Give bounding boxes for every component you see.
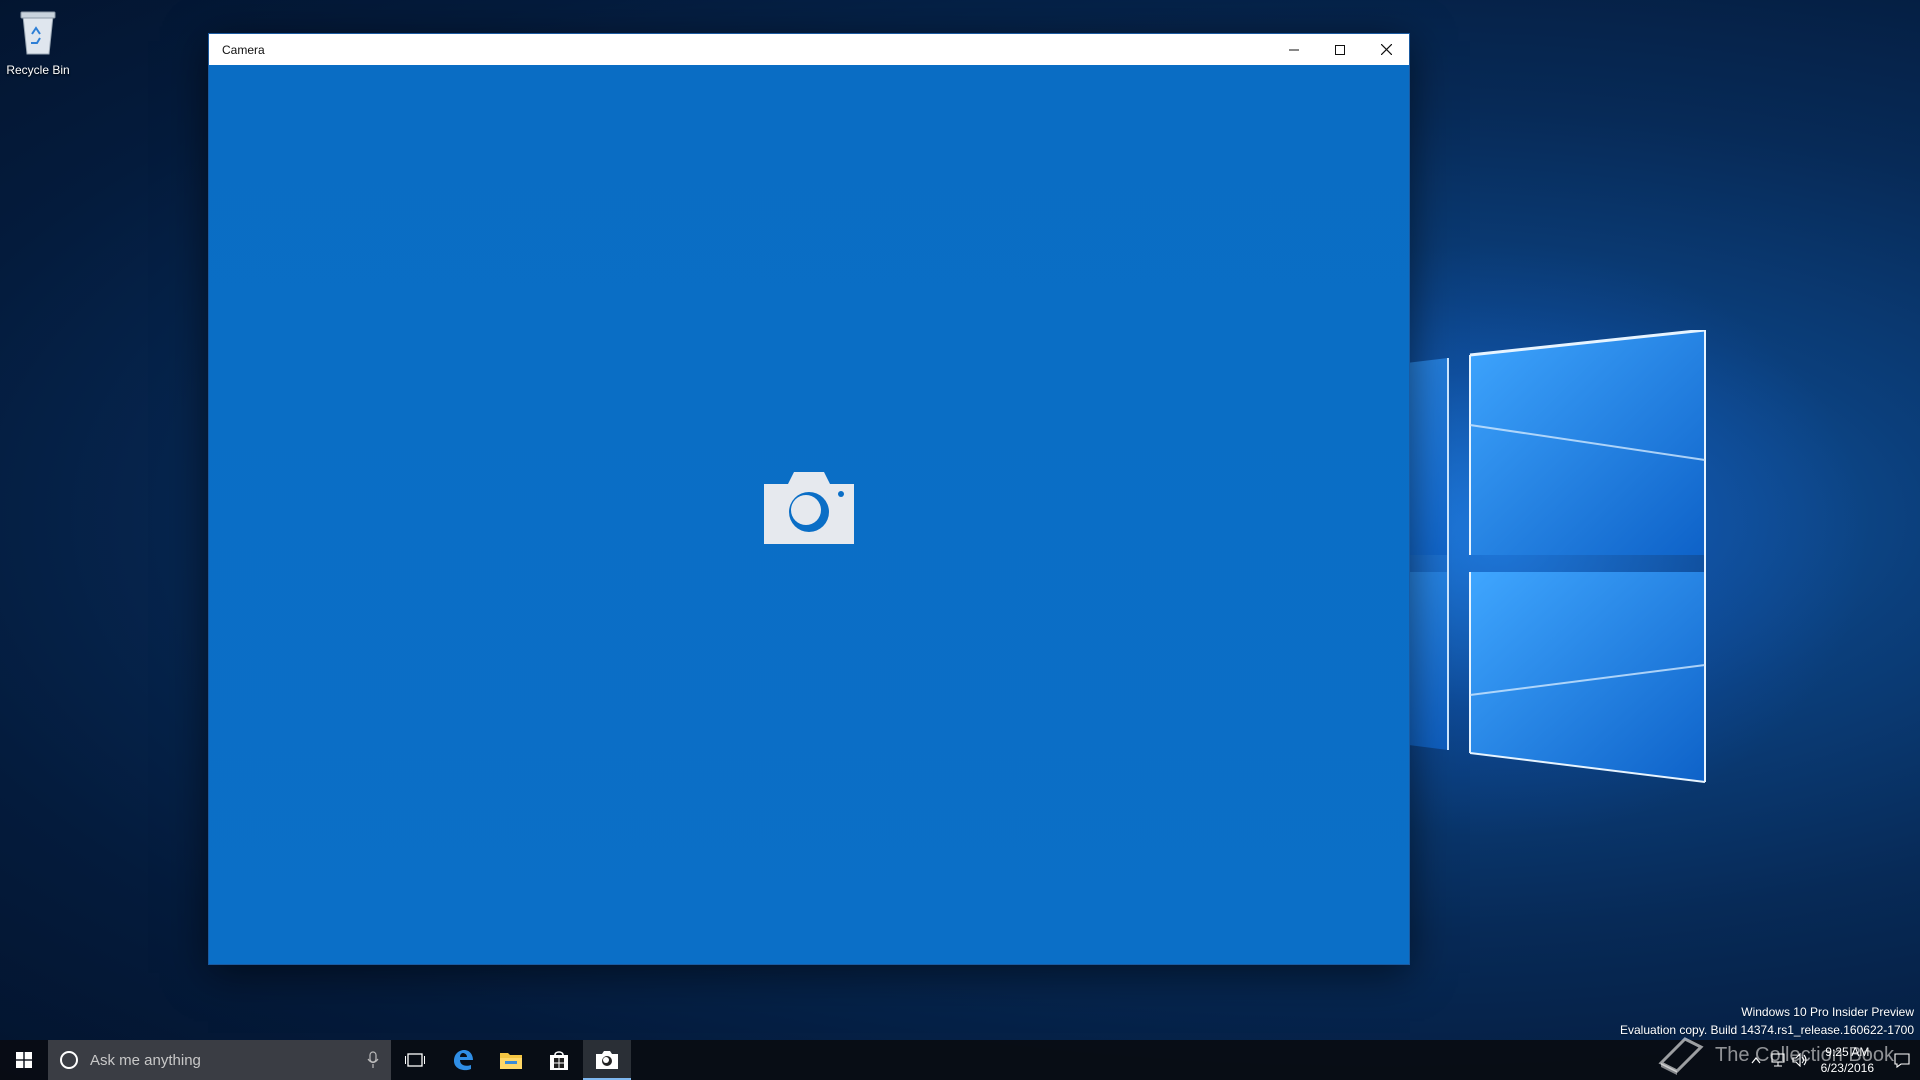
book-logo-icon (1658, 1037, 1704, 1075)
brand-overlay: The Collection Book (1655, 1033, 1894, 1077)
taskbar: Ask me anything 9:25 AM 6/23/2016 (0, 1040, 1920, 1080)
watermark-edition: Windows 10 Pro Insider Preview (1741, 1005, 1914, 1019)
microphone-icon[interactable] (367, 1051, 379, 1069)
file-explorer-taskbar-button[interactable] (487, 1040, 535, 1080)
minimize-button[interactable] (1271, 34, 1317, 65)
brand-text: The Collection Book (1715, 1043, 1894, 1066)
cortana-circle-icon (60, 1051, 78, 1069)
camera-icon (596, 1051, 618, 1069)
cortana-search-box[interactable]: Ask me anything (48, 1040, 391, 1080)
camera-window: Camera (208, 33, 1410, 965)
title-bar[interactable]: Camera (209, 34, 1409, 65)
camera-viewport (209, 65, 1409, 964)
close-button[interactable] (1363, 34, 1409, 65)
store-taskbar-button[interactable] (535, 1040, 583, 1080)
window-title: Camera (222, 42, 265, 57)
task-view-icon (405, 1053, 425, 1067)
windows-start-icon (16, 1052, 32, 1068)
search-placeholder: Ask me anything (90, 1051, 201, 1069)
edge-taskbar-button[interactable] (439, 1040, 487, 1080)
recycle-bin-icon (20, 11, 56, 55)
maximize-button[interactable] (1317, 34, 1363, 65)
task-view-button[interactable] (391, 1040, 439, 1080)
recycle-bin-shortcut[interactable]: Recycle Bin (2, 8, 74, 77)
store-icon (550, 1051, 568, 1070)
file-explorer-icon (500, 1053, 522, 1069)
camera-taskbar-button[interactable] (583, 1040, 631, 1080)
action-center-icon (1894, 1052, 1910, 1068)
edge-icon (454, 1050, 473, 1071)
maximize-icon (1335, 44, 1345, 55)
start-button[interactable] (0, 1040, 48, 1080)
camera-icon (764, 472, 854, 544)
close-icon (1380, 44, 1392, 55)
minimize-icon (1289, 49, 1299, 50)
recycle-bin-label: Recycle Bin (6, 63, 70, 77)
window-controls (1271, 34, 1409, 65)
